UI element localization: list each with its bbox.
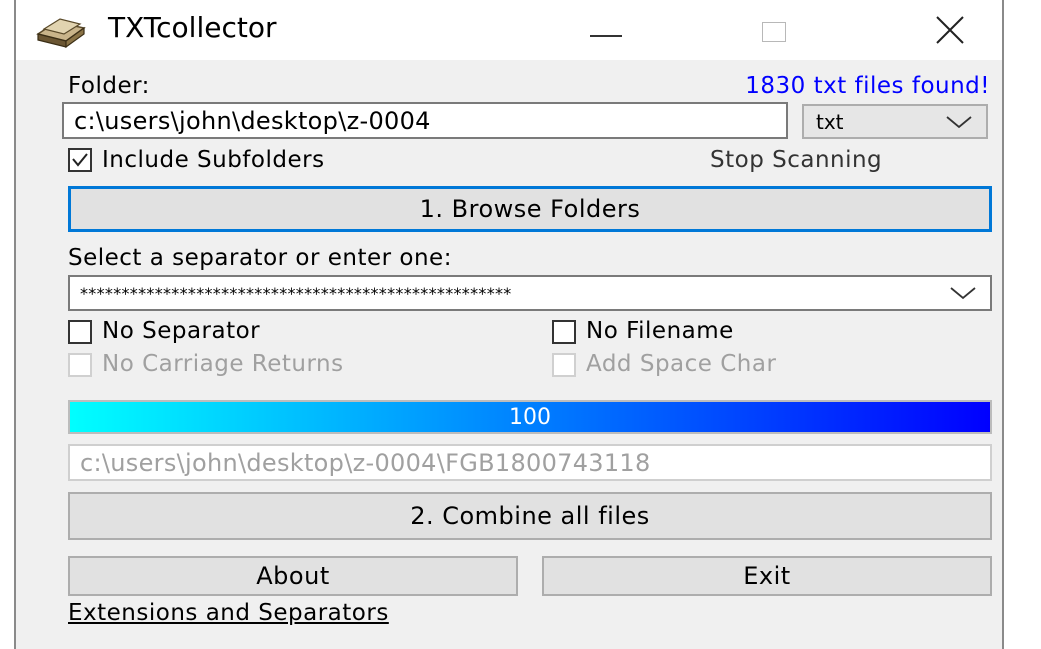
separator-label: Select a separator or enter one: xyxy=(68,245,452,271)
add-space-char-checkbox[interactable] xyxy=(552,353,576,377)
checkmark-icon xyxy=(72,153,88,167)
files-found-status: 1830 txt files found! xyxy=(745,73,990,99)
minimize-icon[interactable] xyxy=(576,8,636,52)
progress-bar: 100 xyxy=(68,400,992,434)
include-subfolders-checkbox[interactable] xyxy=(68,148,92,172)
no-filename-checkbox[interactable] xyxy=(552,320,576,344)
no-filename-label: No Filename xyxy=(586,318,734,344)
no-separator-checkbox[interactable] xyxy=(68,320,92,344)
no-carriage-returns-label: No Carriage Returns xyxy=(102,351,344,377)
separator-value: ****************************************… xyxy=(80,283,512,303)
no-carriage-returns-checkbox[interactable] xyxy=(68,353,92,377)
maximize-icon[interactable] xyxy=(744,8,804,52)
folder-path-input[interactable]: c:\users\john\desktop\z-0004 xyxy=(62,102,788,139)
close-icon[interactable] xyxy=(920,8,980,52)
include-subfolders-label: Include Subfolders xyxy=(102,147,325,173)
folder-label: Folder: xyxy=(68,73,150,99)
separator-combobox[interactable]: ****************************************… xyxy=(68,275,992,311)
extensions-separators-link[interactable]: Extensions and Separators xyxy=(68,600,389,626)
stop-scanning-link[interactable]: Stop Scanning xyxy=(710,147,882,173)
chevron-down-icon xyxy=(950,287,976,300)
browse-folders-button[interactable]: 1. Browse Folders xyxy=(68,186,992,232)
title-bar[interactable]: TXTcollector xyxy=(16,0,1002,60)
extension-value: txt xyxy=(816,109,844,134)
chevron-down-icon xyxy=(946,115,972,128)
current-file-field: c:\users\john\desktop\z-0004\FGB18007431… xyxy=(68,444,992,481)
about-button[interactable]: About xyxy=(68,556,518,596)
exit-button[interactable]: Exit xyxy=(542,556,992,596)
add-space-char-label: Add Space Char xyxy=(586,351,777,377)
window-title: TXTcollector xyxy=(108,11,277,44)
app-window: TXTcollector Folder: 1830 txt files foun… xyxy=(14,0,1004,649)
extension-dropdown[interactable]: txt xyxy=(802,104,988,139)
stacked-books-icon xyxy=(34,14,90,50)
no-separator-label: No Separator xyxy=(102,318,261,344)
progress-value: 100 xyxy=(509,405,551,430)
combine-files-button[interactable]: 2. Combine all files xyxy=(68,492,992,540)
